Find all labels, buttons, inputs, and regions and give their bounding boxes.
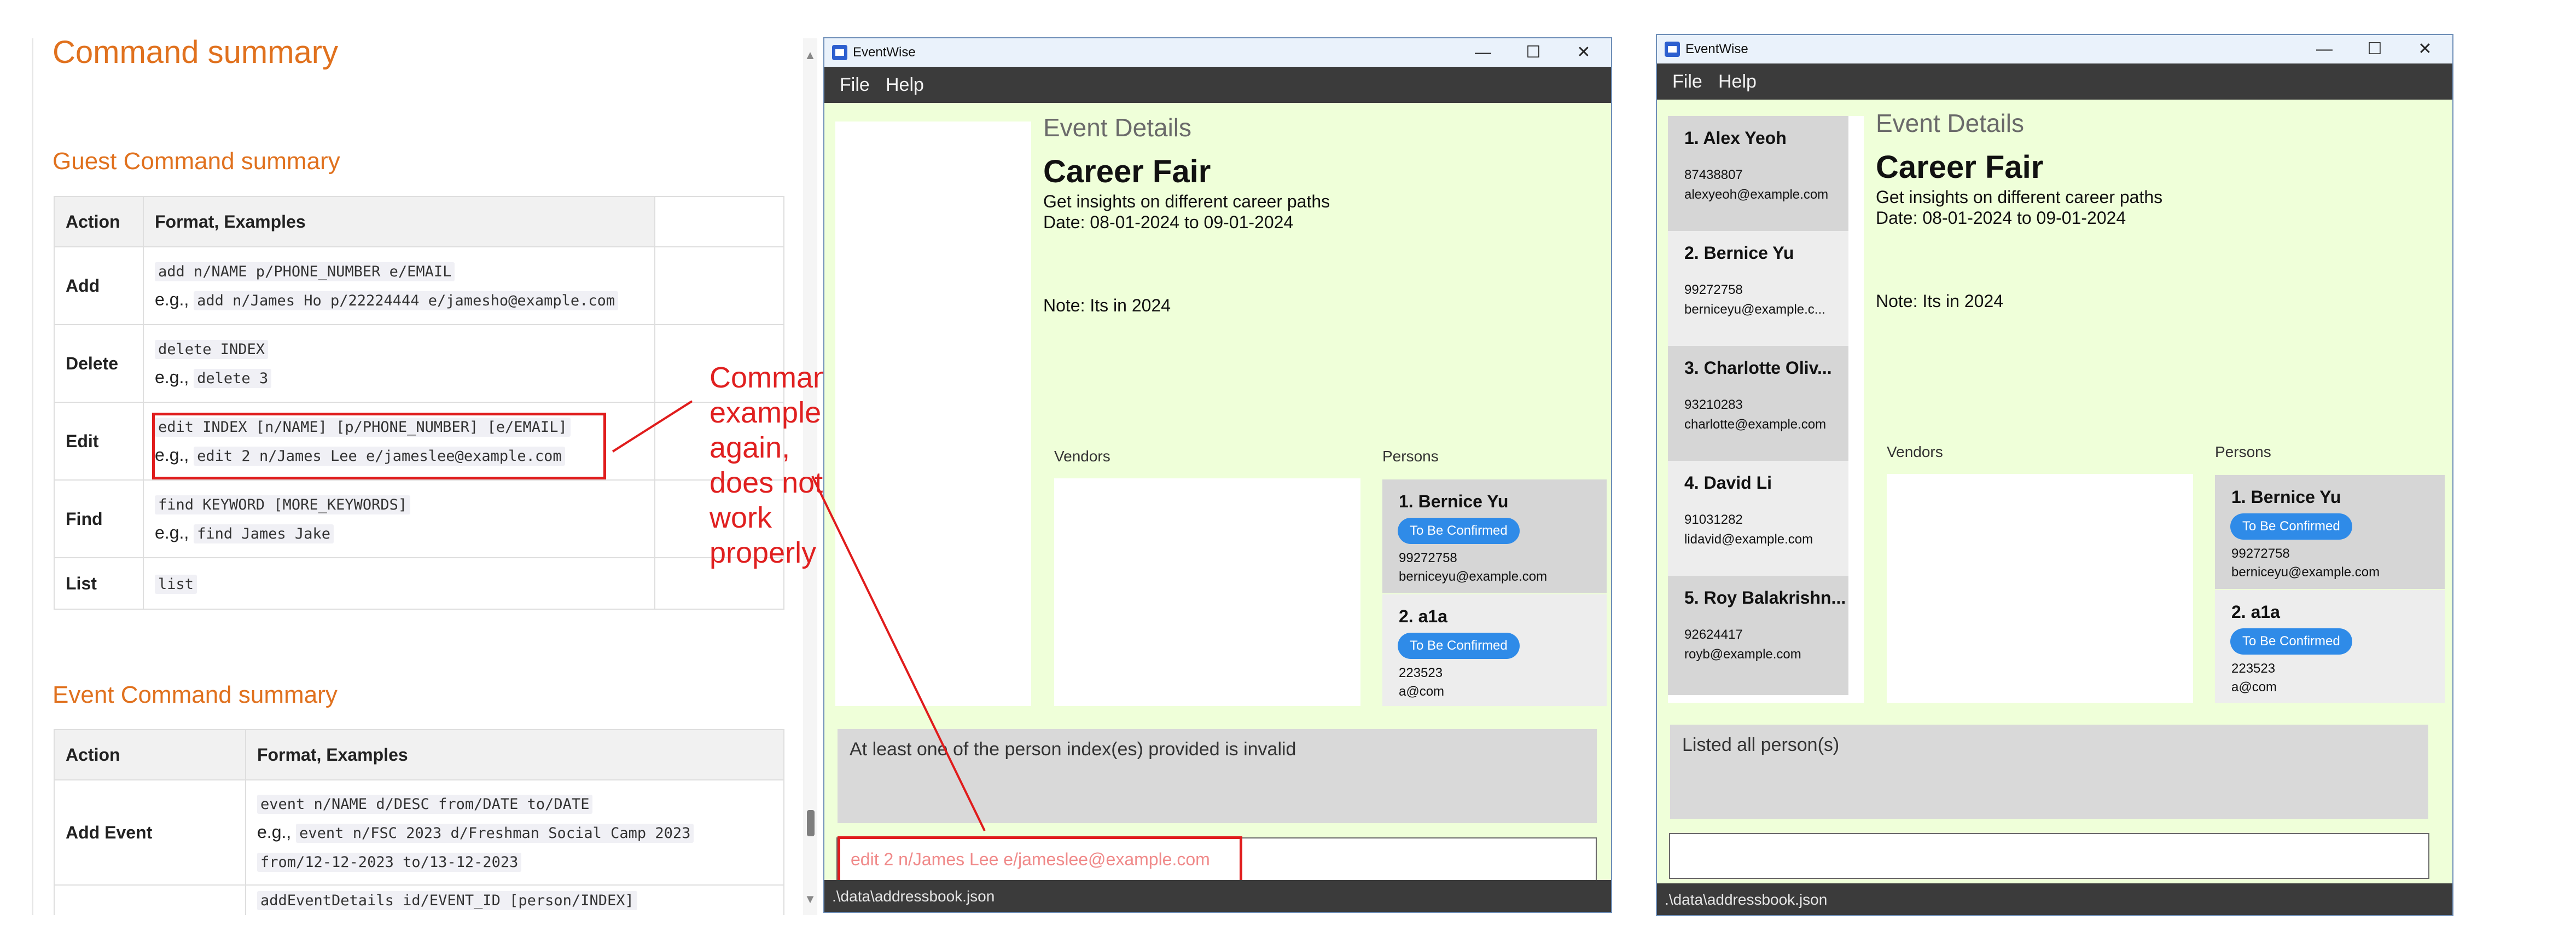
contact-email: charlotte@example.com xyxy=(1684,417,1827,432)
contact-phone: 87438807 xyxy=(1684,167,1743,182)
status-badge: To Be Confirmed xyxy=(2230,628,2352,655)
menu-file[interactable]: File xyxy=(1672,71,1702,92)
contact-card[interactable]: 3. Charlotte Oliv... 93210283 charlotte@… xyxy=(1668,346,1848,461)
result-display: Listed all person(s) xyxy=(1670,725,2428,819)
person-email: a@com xyxy=(2231,680,2277,695)
vendors-label: Vendors xyxy=(1887,443,1943,460)
person-name: 1. Bernice Yu xyxy=(2231,487,2341,507)
person-phone: 99272758 xyxy=(2231,546,2290,561)
person-name: 2. a1a xyxy=(2231,602,2280,622)
contact-name: 3. Charlotte Oliv... xyxy=(1684,358,1832,378)
contact-email: lidavid@example.com xyxy=(1684,532,1813,547)
status-badge: To Be Confirmed xyxy=(2230,513,2352,540)
person-phone: 223523 xyxy=(2231,661,2276,676)
contact-email: royb@example.com xyxy=(1684,647,1801,662)
status-file-path: .\data\addressbook.json xyxy=(1665,891,1828,908)
event-note: Note: Its in 2024 xyxy=(1876,291,2004,311)
contact-card[interactable]: 5. Roy Balakrishn... 92624417 royb@examp… xyxy=(1668,576,1848,695)
contact-name: 1. Alex Yeoh xyxy=(1684,128,1787,148)
title-bar[interactable]: EventWise — ☐ ✕ xyxy=(1657,35,2452,63)
close-icon[interactable]: ✕ xyxy=(2409,38,2441,60)
arrow-to-edit-example xyxy=(612,400,693,453)
contact-card[interactable]: 2. Bernice Yu 99272758 berniceyu@example… xyxy=(1668,231,1848,346)
minimize-icon[interactable]: — xyxy=(2308,38,2341,60)
command-box[interactable] xyxy=(1669,833,2429,879)
event-date: Date: 08-01-2024 to 09-01-2024 xyxy=(1876,208,2126,228)
person-email: berniceyu@example.com xyxy=(2231,565,2380,580)
status-bar: .\data\addressbook.json xyxy=(1657,883,2452,915)
contact-phone: 92624417 xyxy=(1684,627,1743,642)
contact-phone: 93210283 xyxy=(1684,397,1743,412)
event-name: Career Fair xyxy=(1876,149,2044,185)
event-description: Get insights on different career paths xyxy=(1876,187,2163,207)
person-card[interactable]: 1. Bernice Yu To Be Confirmed 99272758 b… xyxy=(2215,475,2445,589)
contact-name: 2. Bernice Yu xyxy=(1684,243,1794,263)
contact-email: berniceyu@example.c... xyxy=(1684,302,1825,317)
contact-email: alexyeoh@example.com xyxy=(1684,187,1829,202)
contact-card[interactable]: 1. Alex Yeoh 87438807 alexyeoh@example.c… xyxy=(1668,116,1848,231)
contact-phone: 99272758 xyxy=(1684,282,1743,297)
menu-help[interactable]: Help xyxy=(1718,71,1757,92)
person-card[interactable]: 2. a1a To Be Confirmed 223523 a@com xyxy=(2215,590,2445,703)
eventwise-window-list: EventWise — ☐ ✕ File Help 1. Alex Yeoh 8… xyxy=(1656,34,2453,916)
vendors-list[interactable] xyxy=(1887,474,2193,703)
contact-name: 4. David Li xyxy=(1684,473,1772,493)
contact-card[interactable]: 4. David Li 91031282 lidavid@example.com xyxy=(1668,461,1848,576)
window-title: EventWise xyxy=(1685,42,1748,56)
arrow-to-command-box xyxy=(811,476,986,831)
app-icon xyxy=(1665,42,1680,57)
event-details-label: Event Details xyxy=(1876,109,2025,137)
menu-bar: File Help xyxy=(1657,63,2452,100)
contact-name: 5. Roy Balakrishn... xyxy=(1684,588,1846,608)
result-text: Listed all person(s) xyxy=(1682,734,1840,755)
maximize-icon[interactable]: ☐ xyxy=(2358,38,2391,60)
persons-label: Persons xyxy=(2215,443,2271,460)
contact-phone: 91031282 xyxy=(1684,512,1743,527)
